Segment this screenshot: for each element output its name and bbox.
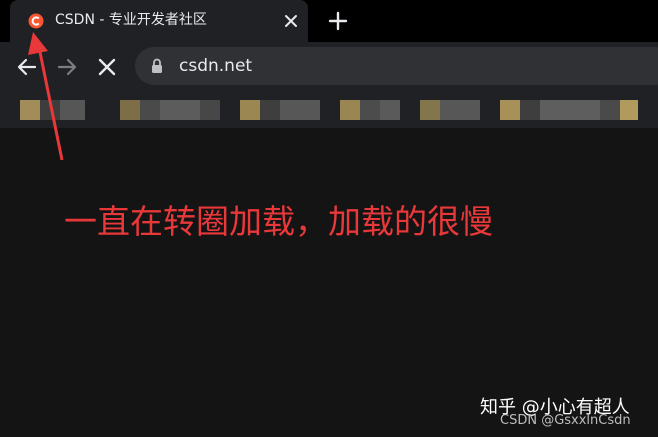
address-bar[interactable]: csdn.net <box>135 47 658 85</box>
forward-arrow-icon[interactable] <box>55 55 79 79</box>
blurred-bookmark <box>440 100 480 120</box>
blurred-bookmark <box>500 100 520 120</box>
blurred-bookmark <box>520 100 540 120</box>
blurred-bookmark <box>620 100 638 120</box>
tab-strip: CSDN - 专业开发者社区 <box>0 0 658 42</box>
toolbar: csdn.net <box>0 42 658 92</box>
blurred-bookmark <box>20 100 40 120</box>
csdn-favicon-icon <box>28 13 44 29</box>
csdn-watermark: CSDN @GsxxlnCsdn <box>500 413 631 428</box>
blurred-bookmark <box>540 100 600 120</box>
blurred-bookmark <box>240 100 260 120</box>
bookmarks-bar-blurred <box>0 92 658 128</box>
blurred-bookmark <box>380 100 400 120</box>
blurred-bookmark <box>280 100 320 120</box>
annotation-text: 一直在转圈加载，加载的很慢 <box>64 202 493 241</box>
blurred-bookmark <box>120 100 140 120</box>
blurred-bookmark <box>340 100 360 120</box>
blurred-bookmark <box>260 100 280 120</box>
tab-csdn[interactable]: CSDN - 专业开发者社区 <box>10 0 308 42</box>
back-arrow-icon[interactable] <box>15 55 39 79</box>
tab-title: CSDN - 专业开发者社区 <box>55 12 207 28</box>
close-icon[interactable] <box>282 12 300 30</box>
stop-loading-icon[interactable] <box>95 55 119 79</box>
url-text: csdn.net <box>179 56 253 76</box>
lock-icon <box>152 58 162 73</box>
blurred-bookmark <box>600 100 620 120</box>
blurred-bookmark <box>40 100 60 120</box>
blurred-bookmark <box>60 100 85 120</box>
blurred-bookmark <box>200 100 220 120</box>
blurred-bookmark <box>140 100 160 120</box>
blurred-bookmark <box>420 100 440 120</box>
blurred-bookmark <box>360 100 380 120</box>
plus-icon[interactable] <box>327 10 349 32</box>
blurred-bookmark <box>160 100 200 120</box>
